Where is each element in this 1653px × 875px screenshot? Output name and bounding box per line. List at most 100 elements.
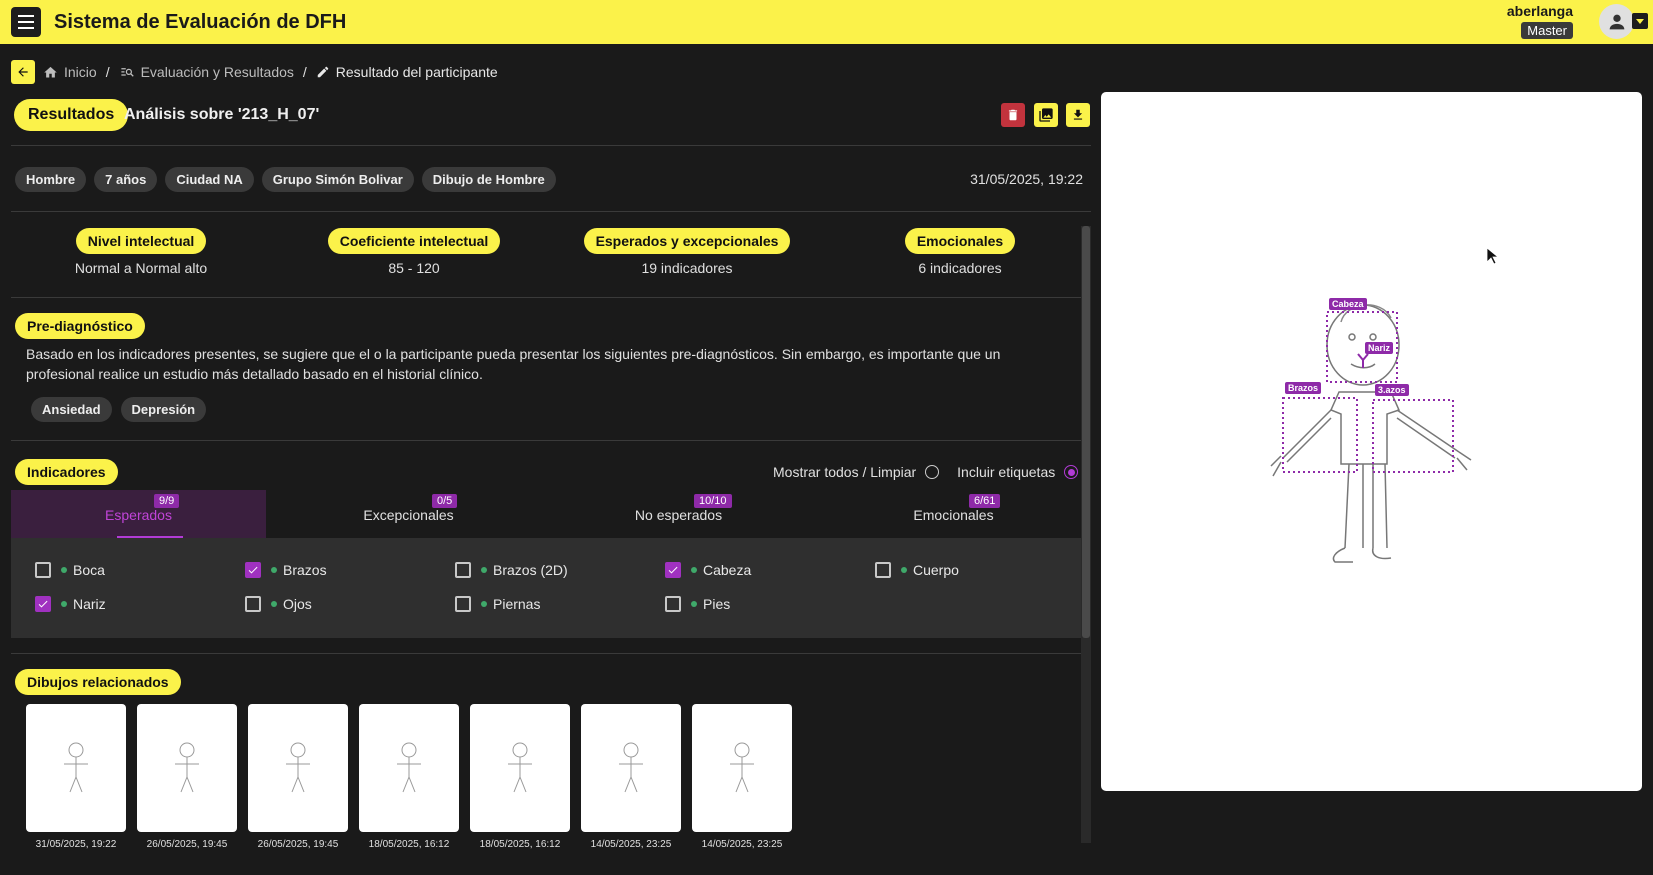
prediagnosis-label: Pre-diagnóstico: [15, 313, 145, 339]
breadcrumb-evaluation[interactable]: Evaluación y Resultados: [119, 64, 294, 80]
related-drawing[interactable]: 14/05/2025, 23:25: [581, 704, 681, 850]
search-list-icon: [120, 67, 134, 77]
related-drawings-list: 31/05/2025, 19:22 26/05/2025, 19:45 26/0…: [26, 704, 792, 850]
breadcrumb-home[interactable]: Inicio: [43, 64, 97, 80]
related-drawing[interactable]: 18/05/2025, 16:12: [470, 704, 570, 850]
chip-city: Ciudad NA: [165, 167, 254, 192]
drawing-viewer[interactable]: Cabeza Nariz Brazos 3.azos: [1101, 92, 1642, 791]
drawing-date: 31/05/2025, 19:22: [35, 839, 117, 850]
divider: [11, 145, 1091, 146]
indicator-checkbox[interactable]: [875, 562, 891, 578]
participant-chips: Hombre 7 años Ciudad NA Grupo Simón Boli…: [15, 167, 556, 192]
user-menu-caret-icon[interactable]: [1632, 13, 1648, 29]
indicator-checkbox[interactable]: [245, 562, 261, 578]
drawing-thumbnail[interactable]: [692, 704, 792, 832]
user-name: aberlanga: [1506, 3, 1573, 19]
tab-no-esperados[interactable]: 10/10 No esperados: [551, 490, 806, 538]
indicator-brazos-2d[interactable]: Brazos (2D): [455, 562, 568, 578]
download-button[interactable]: [1066, 103, 1090, 127]
scrollbar-thumb[interactable]: [1082, 226, 1090, 638]
indicator-ojos[interactable]: Ojos: [245, 596, 312, 612]
drawing-thumbnail[interactable]: [581, 704, 681, 832]
show-all-radio[interactable]: [925, 465, 940, 479]
drawing-thumbnail[interactable]: [248, 704, 348, 832]
indicator-checkbox[interactable]: [245, 596, 261, 612]
related-drawing[interactable]: 31/05/2025, 19:22: [26, 704, 126, 850]
image-button[interactable]: [1034, 103, 1058, 127]
indicator-label: Cabeza: [703, 562, 752, 578]
tab-esperados[interactable]: 9/9 Esperados: [11, 490, 266, 538]
indicator-checkbox[interactable]: [35, 562, 51, 578]
chip-drawing-type: Dibujo de Hombre: [421, 167, 556, 192]
related-drawing[interactable]: 14/05/2025, 23:25: [692, 704, 792, 850]
drawing-thumbnail[interactable]: [137, 704, 237, 832]
drawing-thumbnail[interactable]: [470, 704, 570, 832]
drawing-thumbnail[interactable]: [26, 704, 126, 832]
page-title: Análisis sobre '213_H_07': [124, 106, 320, 123]
image-gallery-icon: [1039, 108, 1053, 122]
drawing-date: 26/05/2025, 19:45: [257, 839, 339, 850]
indicator-boca[interactable]: Boca: [35, 562, 105, 578]
download-icon: [1073, 109, 1083, 120]
divider: [11, 211, 1091, 212]
drawing-date: 18/05/2025, 16:12: [368, 839, 450, 850]
tab-count-badge: 6/61: [969, 494, 1001, 508]
indicator-checkbox[interactable]: [455, 596, 471, 612]
tab-emocionales[interactable]: 6/61 Emocionales: [826, 490, 1081, 538]
tab-count-badge: 10/10: [694, 494, 732, 508]
divider: [11, 440, 1091, 441]
delete-button[interactable]: [1001, 103, 1025, 127]
tab-excepcionales[interactable]: 0/5 Excepcionales: [281, 490, 536, 538]
indicator-checkbox[interactable]: [35, 596, 51, 612]
status-dot-icon: [481, 567, 487, 573]
stat-expected-exceptional: Esperados y excepcionales 19 indicadores: [557, 228, 817, 276]
drawing-date: 18/05/2025, 16:12: [479, 839, 561, 850]
indicator-label: Cuerpo: [913, 562, 959, 578]
include-labels-radio[interactable]: [1064, 465, 1079, 479]
drawing-thumbnail[interactable]: [359, 704, 459, 832]
user-info: aberlanga Master: [1507, 3, 1573, 40]
stat-value: 19 indicadores: [641, 260, 733, 276]
breadcrumb-separator: /: [105, 64, 110, 80]
related-drawing[interactable]: 18/05/2025, 16:12: [359, 704, 459, 850]
menu-icon[interactable]: [11, 7, 41, 37]
indicator-label: Ojos: [283, 596, 312, 612]
summary-stats: Nivel intelectual Normal a Normal alto C…: [11, 228, 1071, 276]
result-date: 31/05/2025, 19:22: [970, 171, 1083, 187]
avatar[interactable]: [1599, 4, 1634, 39]
tab-count-badge: 9/9: [154, 494, 180, 508]
indicator-checkbox[interactable]: [455, 562, 471, 578]
chip-gender: Hombre: [15, 167, 87, 192]
indicator-cabeza[interactable]: Cabeza: [665, 562, 751, 578]
indicator-brazos[interactable]: Brazos: [245, 562, 327, 578]
chip-age: 7 años: [94, 167, 158, 192]
user-role-badge: Master: [1521, 22, 1573, 39]
related-drawing[interactable]: 26/05/2025, 19:45: [248, 704, 348, 850]
back-button[interactable]: [11, 60, 35, 84]
related-drawings-label: Dibujos relacionados: [15, 669, 181, 695]
stat-iq: Coeficiente intelectual 85 - 120: [284, 228, 544, 276]
home-icon: [44, 66, 57, 77]
indicator-pies[interactable]: Pies: [665, 596, 730, 612]
related-drawing[interactable]: 26/05/2025, 19:45: [137, 704, 237, 850]
drawing-date: 26/05/2025, 19:45: [146, 839, 228, 850]
drawing-tag-head: Cabeza: [1329, 298, 1367, 310]
diagnosis-tag: Depresión: [120, 397, 207, 422]
divider: [11, 297, 1091, 298]
indicator-checkbox[interactable]: [665, 596, 681, 612]
stick-figure-icon: [619, 742, 643, 793]
stick-figure-icon: [508, 742, 532, 793]
stick-figure-icon: [175, 742, 199, 793]
indicator-piernas[interactable]: Piernas: [455, 596, 540, 612]
stat-intellectual-level: Nivel intelectual Normal a Normal alto: [11, 228, 271, 276]
stick-figure-icon: [730, 742, 754, 793]
indicator-checkbox[interactable]: [665, 562, 681, 578]
indicators-label: Indicadores: [15, 459, 118, 485]
check-icon: [248, 566, 258, 574]
drawing-date: 14/05/2025, 23:25: [701, 839, 783, 850]
status-dot-icon: [271, 601, 277, 607]
indicator-nariz[interactable]: Nariz: [35, 596, 106, 612]
diagnosis-tag: Ansiedad: [31, 397, 112, 422]
indicator-cuerpo[interactable]: Cuerpo: [875, 562, 959, 578]
stick-figure-icon: [286, 742, 310, 793]
